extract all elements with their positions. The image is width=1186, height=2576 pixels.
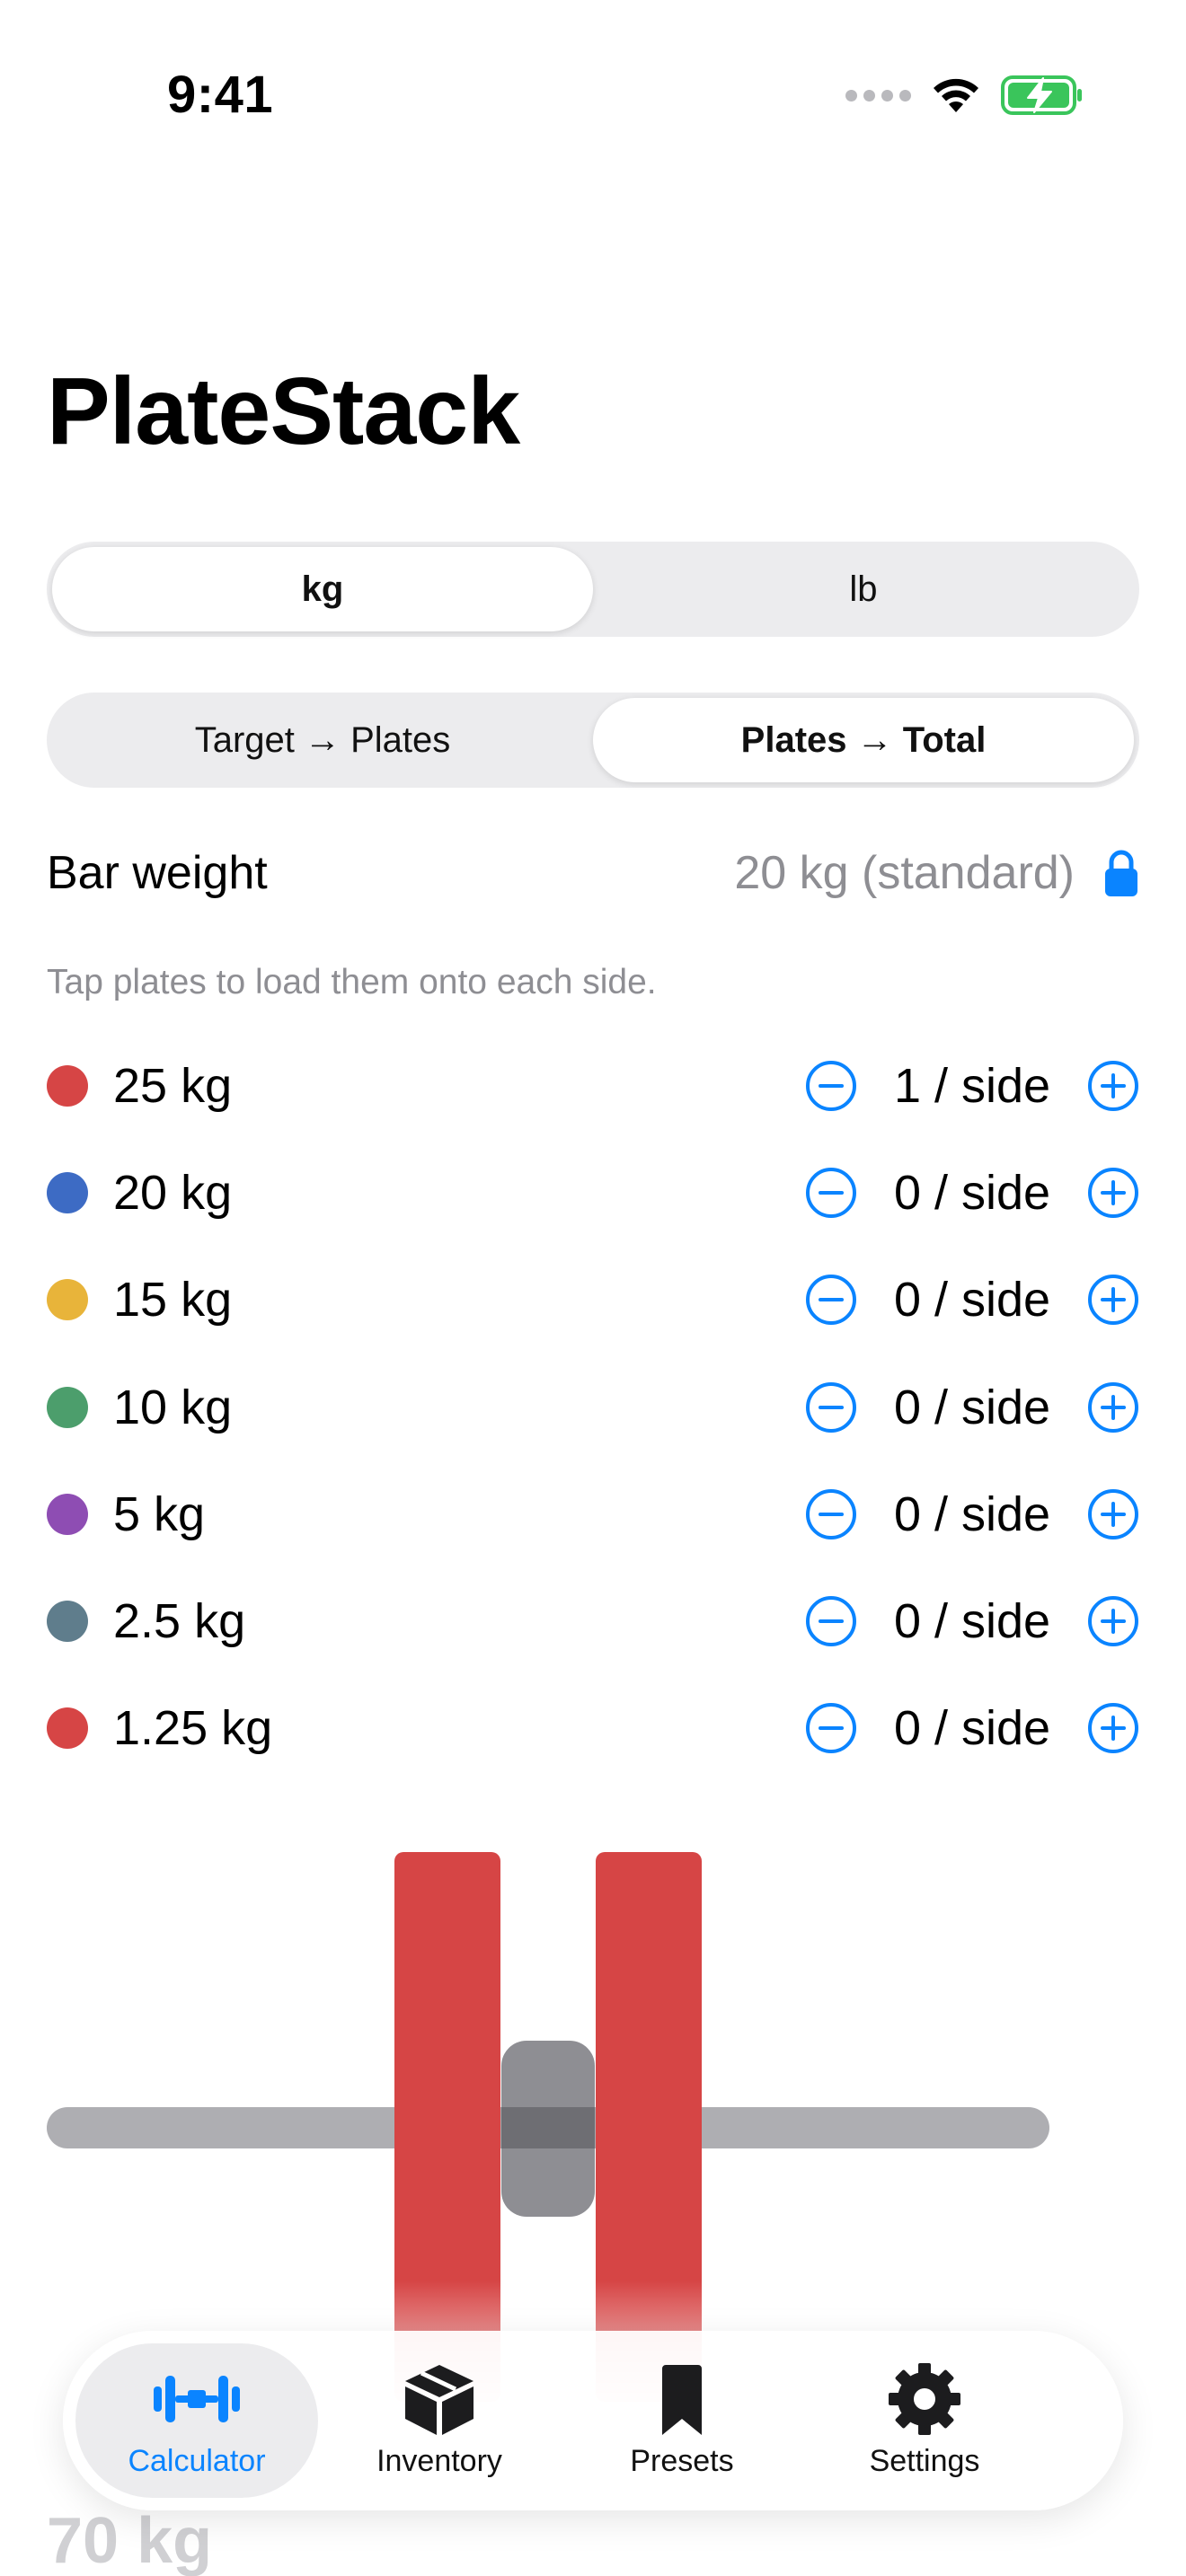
plate-stepper[interactable]: 0 / side	[805, 1380, 1139, 1435]
plus-circle-icon[interactable]	[1087, 1274, 1139, 1326]
plate-count: 1 / side	[893, 1058, 1051, 1113]
mode-segmented-control[interactable]: Target → Plates Plates → Total	[47, 693, 1139, 788]
plate-row-1-25kg: 1.25 kg 0 / side	[47, 1675, 1139, 1782]
plate-stepper[interactable]: 0 / side	[805, 1486, 1139, 1542]
plate-stepper[interactable]: 0 / side	[805, 1700, 1139, 1756]
tab-inventory[interactable]: Inventory	[318, 2343, 561, 2498]
plate-count: 0 / side	[893, 1594, 1051, 1649]
instruction-text: Tap plates to load them onto each side.	[47, 963, 657, 1001]
bookmark-icon	[662, 2364, 702, 2435]
wifi-icon	[934, 78, 978, 112]
minus-circle-icon[interactable]	[805, 1381, 857, 1434]
bar-collar-shadow	[501, 2107, 595, 2148]
plate-stepper[interactable]: 0 / side	[805, 1165, 1139, 1221]
plate-color-dot	[47, 1064, 88, 1107]
plate-color-dot	[47, 1707, 88, 1750]
plate-label: 5 kg	[113, 1486, 206, 1541]
plus-circle-icon[interactable]	[1087, 1702, 1139, 1754]
plate-list: 25 kg 1 / side 20 kg 0 / side 15 kg 0 / …	[47, 1032, 1139, 1782]
bar-weight-value[interactable]: 20 kg (standard)	[734, 846, 1075, 900]
plus-circle-icon[interactable]	[1087, 1595, 1139, 1647]
plus-circle-icon[interactable]	[1087, 1167, 1139, 1219]
total-weight: 70 kg	[47, 2505, 213, 2576]
plate-count: 0 / side	[893, 1701, 1051, 1756]
plate-row-15kg: 15 kg 0 / side	[47, 1247, 1139, 1354]
minus-circle-icon[interactable]	[805, 1167, 857, 1219]
plus-circle-icon[interactable]	[1087, 1381, 1139, 1434]
plate-row-2-5kg: 2.5 kg 0 / side	[47, 1567, 1139, 1674]
plate-label: 1.25 kg	[113, 1701, 273, 1756]
plate-count: 0 / side	[893, 1486, 1051, 1541]
box-icon	[405, 2364, 474, 2435]
minus-circle-icon[interactable]	[805, 1702, 857, 1754]
page-title: PlateStack	[47, 358, 520, 464]
plate-color-dot	[47, 1171, 88, 1213]
plate-stepper[interactable]: 0 / side	[805, 1272, 1139, 1328]
plate-label: 2.5 kg	[113, 1594, 246, 1649]
segment-plates-to-total[interactable]: Plates → Total	[593, 698, 1134, 782]
bar-weight-label: Bar weight	[47, 847, 268, 899]
plate-label: 20 kg	[113, 1165, 233, 1220]
plus-circle-icon[interactable]	[1087, 1060, 1139, 1112]
tab-bar: Calculator Inventory Presets Settings	[63, 2331, 1123, 2510]
plate-stepper[interactable]: 0 / side	[805, 1593, 1139, 1649]
gear-icon	[889, 2362, 960, 2435]
units-segmented-control[interactable]: kg lb	[47, 542, 1139, 637]
plate-label: 10 kg	[113, 1380, 233, 1434]
plate-color-dot	[47, 1601, 88, 1643]
minus-circle-icon[interactable]	[805, 1488, 857, 1540]
cellular-signal-icon	[845, 89, 911, 101]
loaded-plate-right	[596, 1852, 702, 2402]
status-time: 9:41	[167, 66, 274, 124]
plate-count: 0 / side	[893, 1273, 1051, 1328]
minus-circle-icon[interactable]	[805, 1595, 857, 1647]
tab-settings[interactable]: Settings	[803, 2343, 1046, 2498]
plus-circle-icon[interactable]	[1087, 1488, 1139, 1540]
plate-label: 25 kg	[113, 1058, 233, 1113]
plate-color-dot	[47, 1493, 88, 1535]
lock-icon[interactable]	[1103, 848, 1139, 898]
plate-row-5kg: 5 kg 0 / side	[47, 1460, 1139, 1567]
tab-label: Inventory	[376, 2443, 502, 2478]
plate-count: 0 / side	[893, 1165, 1051, 1220]
plate-color-dot	[47, 1279, 88, 1321]
segment-lb[interactable]: lb	[593, 547, 1134, 631]
plate-row-20kg: 20 kg 0 / side	[47, 1139, 1139, 1246]
status-icons	[845, 70, 1084, 120]
barbell-icon	[154, 2375, 240, 2422]
tab-presets[interactable]: Presets	[561, 2343, 803, 2498]
battery-charging-icon	[1001, 75, 1082, 115]
plate-label: 15 kg	[113, 1273, 233, 1328]
tab-label: Settings	[869, 2443, 980, 2478]
bar-weight-row[interactable]: Bar weight 20 kg (standard)	[47, 840, 1139, 906]
minus-circle-icon[interactable]	[805, 1060, 857, 1112]
tab-calculator[interactable]: Calculator	[75, 2343, 318, 2498]
plate-stepper[interactable]: 1 / side	[805, 1058, 1139, 1114]
loaded-plate-left	[394, 1852, 500, 2402]
tab-label: Presets	[630, 2443, 734, 2478]
tab-label: Calculator	[128, 2443, 266, 2478]
segment-kg[interactable]: kg	[52, 547, 593, 631]
plate-row-25kg: 25 kg 1 / side	[47, 1032, 1139, 1139]
plate-count: 0 / side	[893, 1380, 1051, 1434]
minus-circle-icon[interactable]	[805, 1274, 857, 1326]
segment-target-to-plates[interactable]: Target → Plates	[52, 698, 593, 782]
plate-color-dot	[47, 1386, 88, 1428]
plate-row-10kg: 10 kg 0 / side	[47, 1354, 1139, 1460]
